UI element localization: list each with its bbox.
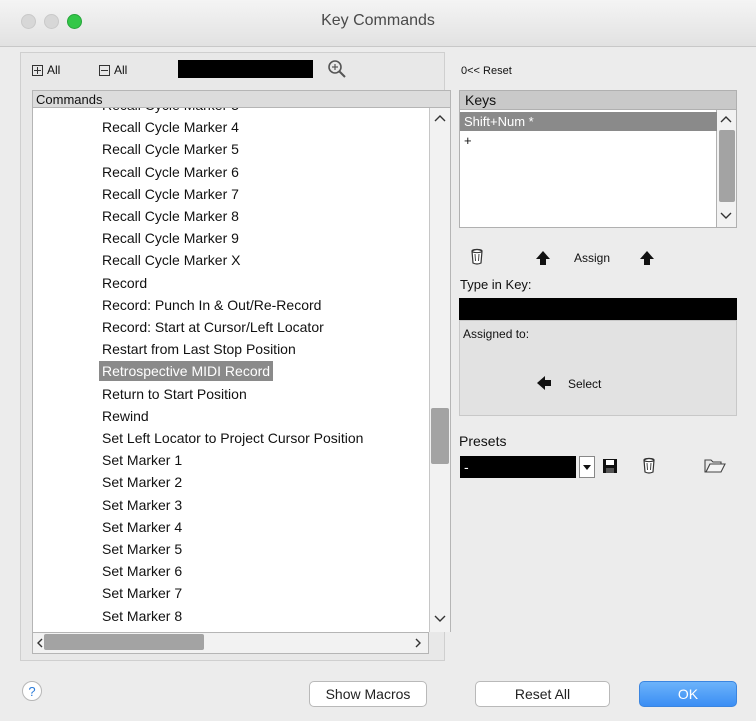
command-list-item[interactable]: Recall Cycle Marker 5: [99, 139, 242, 159]
expand-all-button[interactable]: All: [32, 63, 60, 77]
collapse-minus-icon: [99, 64, 110, 76]
preset-select[interactable]: -: [460, 456, 576, 478]
key-list-item[interactable]: +: [460, 131, 720, 150]
commands-horizontal-scroll-thumb[interactable]: [44, 634, 204, 650]
presets-label: Presets: [459, 433, 507, 449]
command-list-item[interactable]: Record: [99, 273, 150, 293]
keys-column-header: Keys: [459, 90, 737, 110]
command-list-item[interactable]: Set Marker 3: [99, 495, 185, 515]
command-list-item[interactable]: Recall Cycle Marker 6: [99, 162, 242, 182]
key-list-item[interactable]: Shift+Num *: [460, 112, 720, 131]
command-list-item[interactable]: Set Marker 8: [99, 606, 185, 626]
command-list-item[interactable]: Set Left Locator to Project Cursor Posit…: [99, 428, 366, 448]
magnifier-search-icon[interactable]: [326, 58, 348, 80]
window-title: Key Commands: [321, 12, 435, 29]
assign-button[interactable]: Assign: [574, 251, 610, 265]
command-list-item[interactable]: Recall Cycle Marker 9: [99, 228, 242, 248]
open-folder-icon[interactable]: [704, 456, 726, 474]
command-list-item[interactable]: Set Marker 5: [99, 539, 185, 559]
collapse-all-button[interactable]: All: [99, 63, 127, 77]
command-list-item[interactable]: Set Marker 7: [99, 583, 185, 603]
keys-scroll-down-arrow-icon[interactable]: [719, 210, 733, 222]
command-list-item[interactable]: Recall Cycle Marker 3: [99, 108, 242, 115]
command-list-item[interactable]: Record: Punch In & Out/Re-Record: [99, 295, 324, 315]
scroll-right-arrow-icon[interactable]: [413, 637, 423, 649]
keys-list[interactable]: Shift+Num * +: [459, 110, 720, 228]
command-list-item[interactable]: Recall Cycle Marker 7: [99, 184, 242, 204]
command-list-item[interactable]: Restart from Last Stop Position: [99, 339, 299, 359]
scroll-down-arrow-icon[interactable]: [433, 613, 447, 625]
command-list-item[interactable]: Set Marker 4: [99, 517, 185, 537]
delete-preset-trash-icon[interactable]: [641, 456, 657, 474]
command-list-item[interactable]: Set Marker 6: [99, 561, 185, 581]
delete-key-trash-icon[interactable]: [469, 247, 485, 265]
reset-all-button[interactable]: Reset All: [475, 681, 610, 707]
preset-dropdown-button[interactable]: [579, 456, 595, 478]
expand-all-label: All: [47, 63, 61, 77]
expand-plus-icon: [32, 64, 43, 76]
ok-button[interactable]: OK: [639, 681, 737, 707]
command-list-item[interactable]: Rewind: [99, 406, 152, 426]
scroll-up-arrow-icon[interactable]: [433, 112, 447, 124]
command-list-item[interactable]: Set Marker 1: [99, 450, 185, 470]
command-list-item[interactable]: Record: Start at Cursor/Left Locator: [99, 317, 327, 337]
select-button[interactable]: Select: [568, 377, 601, 391]
command-list-item[interactable]: Set Marker 2: [99, 472, 185, 492]
commands-vertical-scrollbar[interactable]: [429, 108, 451, 632]
type-in-key-input[interactable]: [459, 298, 737, 320]
commands-vertical-scroll-thumb[interactable]: [431, 408, 449, 464]
help-button[interactable]: ?: [22, 681, 42, 701]
chevron-down-icon: [583, 465, 591, 470]
collapse-all-label: All: [114, 63, 128, 77]
command-list-item[interactable]: Retrospective MIDI Record: [99, 361, 274, 382]
command-list-item[interactable]: Recall Cycle Marker 8: [99, 206, 242, 226]
reset-keys-button[interactable]: 0<< Reset: [461, 65, 512, 77]
save-preset-floppy-icon[interactable]: [602, 458, 618, 474]
assigned-to-label: Assigned to:: [463, 327, 530, 341]
command-list-item[interactable]: Return to Start Position: [99, 384, 250, 404]
commands-column-header[interactable]: Commands: [32, 90, 451, 108]
select-arrow-left-icon[interactable]: [536, 375, 552, 391]
command-list-item[interactable]: Recall Cycle Marker 4: [99, 117, 242, 137]
search-input[interactable]: [178, 60, 313, 78]
assign-arrow-up-icon-right[interactable]: [639, 250, 655, 266]
commands-list[interactable]: Recall Cycle Marker 3 Recall Cycle Marker…: [32, 108, 430, 632]
keys-scroll-thumb[interactable]: [719, 130, 735, 202]
assign-arrow-up-icon[interactable]: [535, 250, 551, 266]
command-list-item[interactable]: Recall Cycle Marker X: [99, 250, 243, 270]
show-macros-button[interactable]: Show Macros: [309, 681, 427, 707]
keys-scroll-up-arrow-icon[interactable]: [719, 113, 733, 125]
type-in-key-label: Type in Key:: [460, 277, 532, 292]
